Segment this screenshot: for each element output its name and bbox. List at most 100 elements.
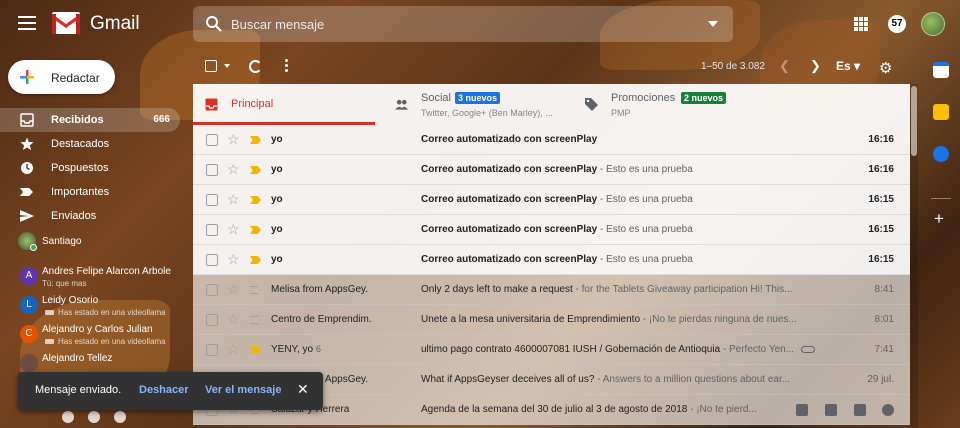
tab-subtitle: Twitter, Google+ (Ben Marley), ... — [421, 108, 553, 118]
star-icon[interactable]: ☆ — [227, 191, 240, 208]
tab-promociones[interactable]: Promociones 2 nuevos PMP — [573, 84, 753, 125]
contact-item[interactable]: A Andres Felipe Alarcon Arbole Tú: que m… — [18, 264, 176, 293]
contact-status: Has estado en una videollama — [58, 337, 166, 346]
email-row[interactable]: ☆ yo Correo automatizado con screenPlay -… — [193, 245, 910, 275]
snooze-icon[interactable] — [882, 404, 894, 416]
row-checkbox[interactable] — [206, 134, 218, 146]
sidebar-item-important[interactable]: Importantes — [0, 180, 180, 204]
email-sender: yo — [271, 254, 283, 265]
person-icon[interactable] — [62, 411, 74, 423]
row-checkbox[interactable] — [206, 284, 218, 296]
gear-icon[interactable]: ⚙ — [879, 59, 892, 77]
important-marker-icon[interactable] — [250, 346, 261, 354]
apps-grid-icon[interactable] — [854, 17, 868, 31]
email-row[interactable]: ☆ yo Correo automatizado con screenPlay -… — [193, 155, 910, 185]
scrollbar[interactable] — [910, 84, 918, 428]
video-call-icon — [45, 310, 54, 315]
hangouts-icon[interactable] — [88, 411, 100, 423]
scrollbar-thumb[interactable] — [911, 86, 917, 156]
close-icon[interactable]: ✕ — [297, 381, 309, 398]
email-row[interactable]: ☆ Melisa from AppsGey. Only 2 days left t… — [193, 275, 910, 305]
more-options-icon[interactable] — [285, 59, 288, 74]
row-checkbox[interactable] — [206, 164, 218, 176]
tasks-icon[interactable] — [933, 146, 949, 162]
main-menu-icon[interactable] — [18, 16, 36, 30]
sidebar-item-label: Importantes — [51, 186, 110, 198]
undo-button[interactable]: Deshacer — [139, 384, 189, 396]
mark-read-icon[interactable] — [854, 404, 866, 416]
hangouts-user[interactable]: Santiago — [18, 232, 178, 252]
compose-button[interactable]: Redactar — [8, 60, 115, 94]
notifications-badge[interactable]: 57 — [888, 15, 906, 33]
email-date: 29 jul. — [867, 374, 894, 385]
contact-name: Andres Felipe Alarcon Arbole — [42, 266, 171, 277]
gmail-logo-icon[interactable] — [52, 12, 80, 34]
tab-social[interactable]: Social 3 nuevos Twitter, Google+ (Ben Ma… — [383, 84, 563, 125]
contact-item[interactable]: C Alejandro y Carlos Julian Has estado e… — [18, 322, 176, 351]
important-marker-icon[interactable] — [250, 226, 261, 234]
view-message-button[interactable]: Ver el mensaje — [205, 384, 281, 396]
archive-icon[interactable] — [796, 404, 808, 416]
email-row[interactable]: ☆ YENY, yo 6 ultimo pago contrato 46000070… — [193, 335, 910, 365]
tag-icon — [585, 98, 598, 111]
row-checkbox[interactable] — [206, 254, 218, 266]
select-options-icon[interactable] — [224, 64, 230, 68]
input-tools-button[interactable]: Es ▾ — [836, 59, 860, 73]
email-row[interactable]: ☆ yo Correo automatizado con screenPlay -… — [193, 185, 910, 215]
sidebar-item-snoozed[interactable]: Pospuestos — [0, 156, 180, 180]
row-checkbox[interactable] — [206, 344, 218, 356]
clock-icon — [21, 162, 33, 174]
star-icon[interactable]: ☆ — [227, 131, 240, 148]
email-row[interactable]: ☆ yo Correo automatizado con screenPlay -… — [193, 215, 910, 245]
important-marker-icon[interactable] — [250, 316, 261, 324]
star-icon[interactable]: ☆ — [227, 221, 240, 238]
avatar: C — [20, 325, 38, 343]
important-marker-icon[interactable] — [250, 166, 261, 174]
phone-icon[interactable] — [114, 411, 126, 423]
sidebar-item-starred[interactable]: Destacados — [0, 132, 180, 156]
star-icon[interactable]: ☆ — [227, 281, 240, 298]
row-checkbox[interactable] — [206, 224, 218, 236]
get-addons-icon[interactable]: + — [934, 209, 944, 229]
search-options-icon[interactable] — [708, 21, 718, 27]
search-bar[interactable]: Buscar mensaje — [193, 6, 733, 42]
tab-label: Promociones — [611, 92, 676, 104]
important-marker-icon[interactable] — [250, 196, 261, 204]
search-icon[interactable] — [205, 15, 223, 33]
star-icon[interactable]: ☆ — [227, 341, 240, 358]
contact-item[interactable]: L Leidy Osorio Has estado en una videoll… — [18, 293, 176, 322]
important-marker-icon[interactable] — [250, 256, 261, 264]
important-marker-icon[interactable] — [250, 136, 261, 144]
star-icon[interactable]: ☆ — [227, 161, 240, 178]
previous-page-icon[interactable]: ❮ — [779, 58, 790, 74]
next-page-icon[interactable]: ❯ — [810, 58, 821, 74]
search-input[interactable]: Buscar mensaje — [231, 17, 324, 32]
row-checkbox[interactable] — [206, 194, 218, 206]
email-date: 16:15 — [868, 254, 894, 265]
inbox-count: 666 — [153, 114, 170, 125]
avatar: L — [20, 296, 38, 314]
account-avatar[interactable] — [921, 12, 945, 36]
email-date: 16:15 — [868, 224, 894, 235]
snackbar: Mensaje enviado. Deshacer Ver el mensaje… — [18, 372, 323, 410]
sidebar-item-sent[interactable]: Enviados — [0, 204, 180, 228]
row-checkbox[interactable] — [206, 314, 218, 326]
select-all-checkbox[interactable] — [205, 60, 217, 72]
calendar-icon[interactable] — [933, 62, 949, 78]
email-sender: yo — [271, 194, 283, 205]
star-icon[interactable]: ☆ — [227, 251, 240, 268]
email-row[interactable]: ☆ Centro de Emprendim. Únete a la mesa un… — [193, 305, 910, 335]
email-row[interactable]: ☆ yo Correo automatizado con screenPlay 16… — [193, 125, 910, 155]
important-marker-icon[interactable] — [250, 286, 261, 294]
tab-principal[interactable]: Principal — [193, 84, 375, 125]
row-actions — [796, 402, 896, 418]
keep-icon[interactable] — [933, 104, 949, 120]
tab-label: Principal — [231, 98, 274, 110]
star-icon[interactable]: ☆ — [227, 311, 240, 328]
sidebar-item-inbox[interactable]: Recibidos 666 — [0, 108, 180, 132]
delete-icon[interactable] — [825, 404, 837, 416]
refresh-icon[interactable] — [249, 60, 262, 73]
email-content: Correo automatizado con screenPlay — [421, 134, 821, 145]
email-subject: Correo automatizado con screenPlay — [421, 254, 598, 265]
email-date: 8:01 — [874, 314, 894, 325]
